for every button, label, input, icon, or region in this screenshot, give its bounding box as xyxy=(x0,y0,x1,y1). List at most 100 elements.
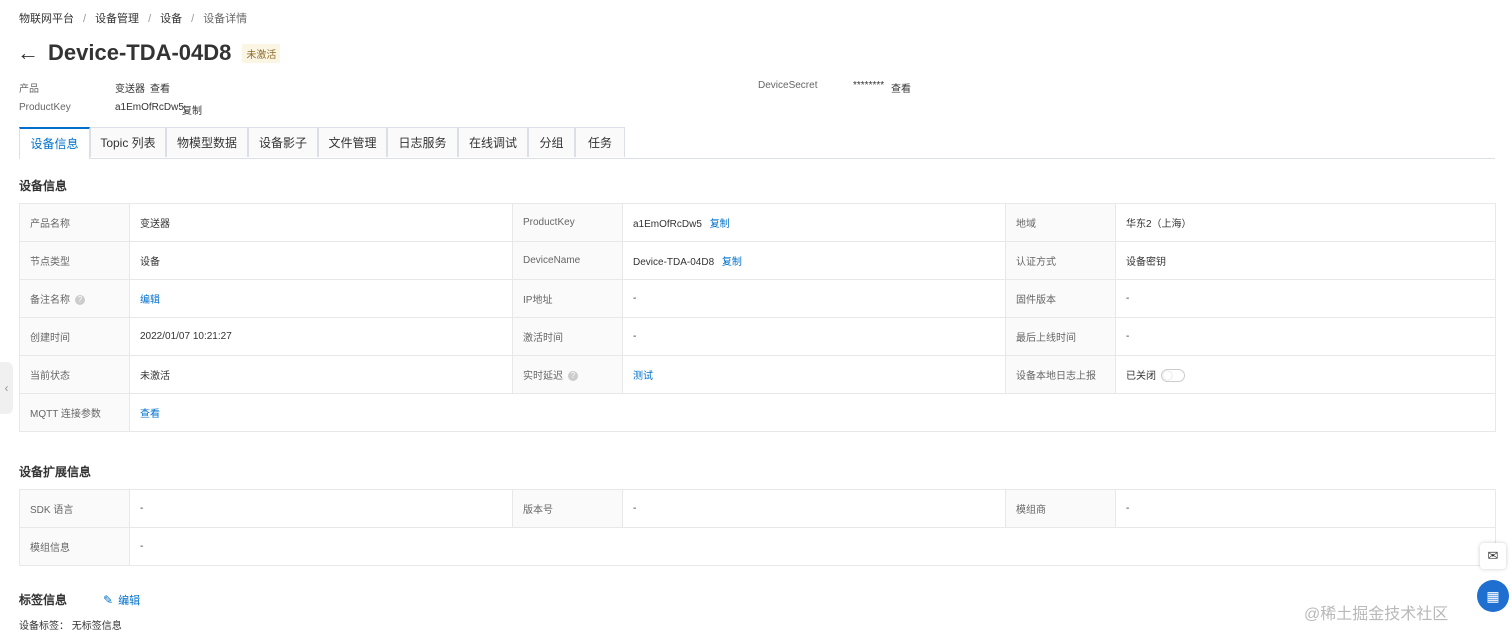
tab-thing-model-data[interactable]: 物模型数据 xyxy=(166,127,248,157)
tab-tasks[interactable]: 任务 xyxy=(575,127,625,157)
watermark: @稀土掘金技术社区 xyxy=(1304,606,1449,623)
auth-method-label: 认证方式 xyxy=(1005,241,1116,280)
summary-product-value: 变送器 xyxy=(115,84,145,95)
activated-time-value: - xyxy=(622,317,1006,356)
created-time-value: 2022/01/07 10:21:27 xyxy=(129,317,513,356)
summary-productkey-value: a1EmOfRcDw5 xyxy=(115,102,184,113)
current-status-value: 未激活 xyxy=(129,355,513,394)
chat-icon[interactable]: ✉ xyxy=(1480,543,1506,569)
module-vendor-value: - xyxy=(1115,489,1496,528)
auth-method-value: 设备密钥 xyxy=(1115,241,1496,280)
summary-secret-view-link[interactable]: 查看 xyxy=(891,80,911,95)
chevron-left-icon[interactable]: ‹ xyxy=(0,362,13,414)
created-time-label: 创建时间 xyxy=(19,317,130,356)
productkey-cell: a1EmOfRcDw5 复制 xyxy=(622,203,1006,242)
devicename-cell: Device-TDA-04D8 复制 xyxy=(622,241,1006,280)
summary-product: 产品 变送器 查看 xyxy=(19,80,279,95)
sdk-language-label: SDK 语言 xyxy=(19,489,130,528)
tab-device-shadow[interactable]: 设备影子 xyxy=(248,127,318,157)
activated-time-label: 激活时间 xyxy=(512,317,623,356)
realtime-latency-cell: 实时延迟? xyxy=(512,355,623,394)
current-status-label: 当前状态 xyxy=(19,355,130,394)
mqtt-params-label: MQTT 连接参数 xyxy=(19,393,130,432)
product-name-value: 变送器 xyxy=(129,203,513,242)
mqtt-params-view-link[interactable]: 查看 xyxy=(140,409,160,420)
breadcrumb-separator: / xyxy=(148,13,152,25)
summary-productkey-copy-link[interactable]: 复制 xyxy=(182,102,202,117)
summary-product-view-link[interactable]: 查看 xyxy=(150,80,170,95)
remark-name-label: 备注名称 xyxy=(30,295,70,306)
ext-info-title: 设备扩展信息 xyxy=(19,465,92,479)
page-title: Device-TDA-04D8 xyxy=(48,40,232,65)
region-label: 地域 xyxy=(1005,203,1116,242)
breadcrumb-item-device-mgmt[interactable]: 设备管理 xyxy=(95,10,139,26)
remark-edit-link[interactable]: 编辑 xyxy=(140,295,160,306)
tab-file-management[interactable]: 文件管理 xyxy=(318,127,387,157)
version-value: - xyxy=(622,489,1006,528)
summary-productkey-label: ProductKey xyxy=(19,102,71,113)
summary-product-label: 产品 xyxy=(19,84,39,95)
breadcrumb-separator: / xyxy=(191,13,195,25)
last-online-label: 最后上线时间 xyxy=(1005,317,1116,356)
mqtt-params-value-cell: 查看 xyxy=(129,393,1496,432)
device-info-table: 产品名称 变送器 ProductKey a1EmOfRcDw5 复制 地域 华东… xyxy=(19,203,1496,432)
devicename-value: Device-TDA-04D8 xyxy=(633,257,715,268)
apps-icon[interactable]: ▦ xyxy=(1477,580,1509,612)
summary-device-secret: DeviceSecret ******** 查看 xyxy=(758,80,958,95)
node-type-value: 设备 xyxy=(129,241,513,280)
table-row: 模组信息 - xyxy=(19,527,1496,566)
node-type-label: 节点类型 xyxy=(19,241,130,280)
remark-name-value-cell: 编辑 xyxy=(129,279,513,318)
table-row: SDK 语言 - 版本号 - 模组商 - xyxy=(19,489,1496,528)
module-info-label: 模组信息 xyxy=(19,527,130,566)
devicename-label: DeviceName xyxy=(512,241,623,280)
productkey-copy-link[interactable]: 复制 xyxy=(710,219,730,230)
tab-topic-list[interactable]: Topic 列表 xyxy=(90,127,166,157)
devicename-copy-link[interactable]: 复制 xyxy=(722,257,742,268)
table-row: MQTT 连接参数 查看 xyxy=(19,393,1496,432)
module-vendor-label: 模组商 xyxy=(1005,489,1116,528)
ip-address-value: - xyxy=(622,279,1006,318)
tab-bar: 设备信息 Topic 列表 物模型数据 设备影子 文件管理 日志服务 在线调试 … xyxy=(19,127,1495,159)
breadcrumb: 物联网平台 / 设备管理 / 设备 / 设备详情 xyxy=(19,10,247,26)
realtime-latency-label: 实时延迟 xyxy=(523,371,563,382)
device-tags-text: 设备标签： 无标签信息 xyxy=(19,621,122,632)
summary-secret-value: ******** xyxy=(853,80,885,91)
help-icon[interactable]: ? xyxy=(568,371,578,382)
summary-productkey: ProductKey a1EmOfRcDw5 复制 xyxy=(19,102,279,117)
local-log-report-label: 设备本地日志上报 xyxy=(1005,355,1116,394)
table-row: 备注名称? 编辑 IP地址 - 固件版本 - xyxy=(19,279,1496,318)
product-name-label: 产品名称 xyxy=(19,203,130,242)
arrow-left-icon[interactable]: ← xyxy=(17,42,39,64)
table-row: 产品名称 变送器 ProductKey a1EmOfRcDw5 复制 地域 华东… xyxy=(19,203,1496,242)
version-label: 版本号 xyxy=(512,489,623,528)
firmware-version-value: - xyxy=(1115,279,1496,318)
breadcrumb-separator: / xyxy=(83,13,87,25)
region-value: 华东2（上海） xyxy=(1115,203,1496,242)
tag-info-header: 标签信息 ✎ 编辑 xyxy=(19,591,140,608)
sdk-language-value: - xyxy=(129,489,513,528)
productkey-value: a1EmOfRcDw5 xyxy=(633,219,702,230)
local-log-report-status: 已关闭 xyxy=(1126,370,1156,382)
local-log-report-toggle[interactable] xyxy=(1161,369,1185,383)
realtime-latency-value-cell: 测试 xyxy=(622,355,1006,394)
module-info-value: - xyxy=(129,527,1496,566)
breadcrumb-item-current: 设备详情 xyxy=(203,13,248,25)
breadcrumb-item-iot[interactable]: 物联网平台 xyxy=(19,10,74,26)
tab-groups[interactable]: 分组 xyxy=(528,127,575,157)
tab-log-service[interactable]: 日志服务 xyxy=(387,127,458,157)
last-online-value: - xyxy=(1115,317,1496,356)
remark-name-cell: 备注名称? xyxy=(19,279,130,318)
page-header: ← Device-TDA-04D8 未激活 xyxy=(17,38,281,68)
tab-online-debug[interactable]: 在线调试 xyxy=(458,127,528,157)
local-log-report-cell: 已关闭 xyxy=(1115,355,1496,394)
firmware-version-label: 固件版本 xyxy=(1005,279,1116,318)
tag-edit-link[interactable]: 编辑 xyxy=(118,592,140,608)
pencil-icon[interactable]: ✎ xyxy=(103,593,113,607)
breadcrumb-item-device[interactable]: 设备 xyxy=(160,10,182,26)
tab-device-info[interactable]: 设备信息 xyxy=(19,127,90,159)
summary-secret-label: DeviceSecret xyxy=(758,80,818,91)
ip-address-label: IP地址 xyxy=(512,279,623,318)
latency-test-link[interactable]: 测试 xyxy=(633,371,653,382)
help-icon[interactable]: ? xyxy=(75,295,85,306)
